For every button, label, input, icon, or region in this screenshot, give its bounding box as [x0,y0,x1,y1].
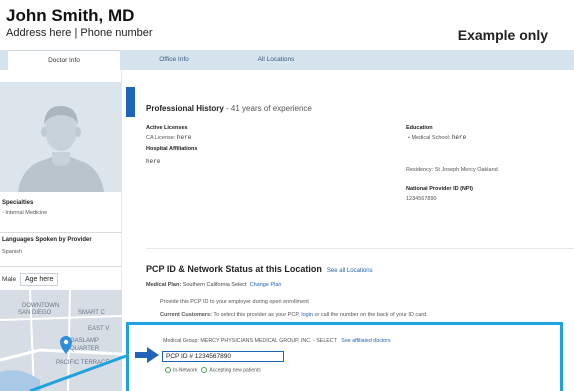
license-value: CA License: here [146,134,192,141]
pcp-section-title: PCP ID & Network Status at this Location… [146,264,373,274]
see-all-locations-link[interactable]: See all Locations [327,268,373,274]
divider [146,248,574,249]
login-link[interactable]: login [301,312,313,318]
map-label-east: EAST V [88,326,109,332]
map-label-smart: SMART C [78,310,105,316]
npi-label: National Provider ID (NPI) [406,186,473,192]
languages-heading: Languages Spoken by Provider [2,237,92,243]
map-label-pacific: PACIFIC TERRACE [56,360,109,366]
tab-bar: Doctor Info Office Info All Locations [0,50,574,70]
accepting-patients-label: Accepting new patients [209,367,261,374]
languages-value: Spanish [2,249,22,255]
map-label-downtown: DOWNTOWN [22,303,59,309]
hospital-value: here [146,158,161,165]
map-label-gaslamp: GASLAMP [70,338,99,344]
pcp-id-highlight: Medical Group: MERCY PHYSICIANS MEDICAL … [126,322,563,391]
avatar [0,82,122,192]
age-chip: Age here [20,273,59,286]
active-licenses-label: Active Licenses [146,125,188,131]
tab-doctor-info[interactable]: Doctor Info [8,50,120,70]
professional-history-title: Professional History - 41 years of exper… [146,104,312,113]
tab-all-locations[interactable]: All Locations [226,50,326,70]
network-status: In-Network Accepting new patients [165,367,261,373]
example-only-label: Example only [457,27,548,43]
hospital-affiliations-label: Hospital Affiliations [146,146,198,152]
gender-label: Male [2,276,17,283]
divider [0,232,122,233]
medical-group-line: Medical Group: MERCY PHYSICIANS MEDICAL … [163,338,391,344]
check-circle-icon [165,367,171,373]
see-affiliated-doctors-link[interactable]: See affiliated doctors [341,338,390,344]
in-network-label: In-Network [173,367,198,374]
npi-value: 1234567890 [406,196,437,202]
tab-office-info[interactable]: Office Info [124,50,224,70]
education-label: Education [406,125,433,131]
location-map[interactable]: DOWNTOWN SAN DIEGO SMART C EAST V GASLAM… [0,290,122,391]
medical-plan-line: Medical Plan: Southern California Select… [146,282,282,288]
provider-sidebar: Specialties - Internal Medicine Language… [0,70,122,391]
provide-pcp-text: Provide this PCP ID to your employer dur… [160,299,309,305]
check-circle-icon [201,367,208,373]
doctor-name: John Smith, MD [6,6,135,25]
divider [0,266,122,267]
address-phone: Address here | Phone number [6,27,153,39]
map-label-san-diego: SAN DIEGO [18,310,52,316]
current-customers-text: Current Customers: To select this provid… [160,312,428,318]
pcp-id-field[interactable]: PCP ID # 1234567890 [162,351,284,362]
map-graphic: DOWNTOWN SAN DIEGO SMART C EAST V GASLAM… [0,290,122,391]
change-plan-link[interactable]: Change Plan [250,282,282,288]
sidebar-collapse-handle[interactable] [126,87,135,117]
education-value: • Medical School: here [408,134,467,141]
residency-value: Residency: St Joseph Mercy Oakland [406,167,498,173]
specialties-value: - Internal Medicine [2,210,48,216]
specialties-heading: Specialties [2,200,34,206]
map-label-quarter: QUARTER [70,346,100,352]
person-silhouette-icon [0,82,122,192]
profile-header: John Smith, MD Address here | Phone numb… [0,0,574,50]
right-arrow-icon [135,347,159,363]
